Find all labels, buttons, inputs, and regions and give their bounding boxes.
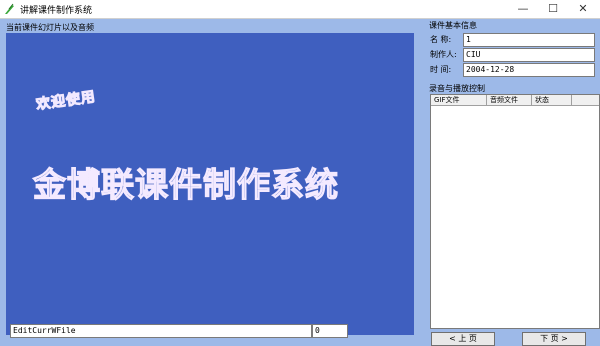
maximize-button[interactable]: ☐ [538,0,568,18]
app-leaf-icon [5,3,14,14]
window-title: 讲解课件制作系统 [20,6,93,16]
column-audio-file[interactable]: 音频文件 [487,95,532,105]
recording-list[interactable]: GIF文件 音频文件 状态 [430,94,600,329]
prev-page-button[interactable]: < 上 页 [431,332,495,346]
close-button[interactable]: ✕ [568,0,598,18]
slide-group-label: 当前课件幻灯片以及音频 [6,23,94,32]
welcome-text: 欢迎使用 [35,88,98,114]
author-field[interactable]: CIU [463,48,595,62]
author-label: 制作人: [430,50,457,59]
course-info-label: 课件基本信息 [429,21,477,30]
next-page-button[interactable]: 下 页 > [522,332,586,346]
date-field[interactable]: 2004-12-28 [463,63,595,77]
column-gif-file[interactable]: GIF文件 [431,95,487,105]
right-panel: 课件基本信息 名 称: 1 制作人: CIU 时 间: 2004-12-28 录… [421,19,600,346]
system-title-text: 金博联课件制作系统 [32,164,339,204]
record-control-label: 录音与播放控制 [429,84,485,93]
slide-stage[interactable]: 欢迎使用 金博联课件制作系统 [6,33,414,335]
title-bar: 讲解课件制作系统 — ☐ ✕ [0,0,600,19]
list-header: GIF文件 音频文件 状态 [431,95,599,106]
column-status[interactable]: 状态 [532,95,572,105]
number-field[interactable]: 0 [312,324,348,338]
name-field[interactable]: 1 [463,33,595,47]
current-file-field[interactable]: EditCurrWFile [10,324,312,338]
minimize-button[interactable]: — [508,0,538,18]
name-label: 名 称: [430,35,452,44]
slide-audio-panel: 当前课件幻灯片以及音频 欢迎使用 金博联课件制作系统 EditCurrWFile… [0,19,420,341]
date-label: 时 间: [430,65,452,74]
